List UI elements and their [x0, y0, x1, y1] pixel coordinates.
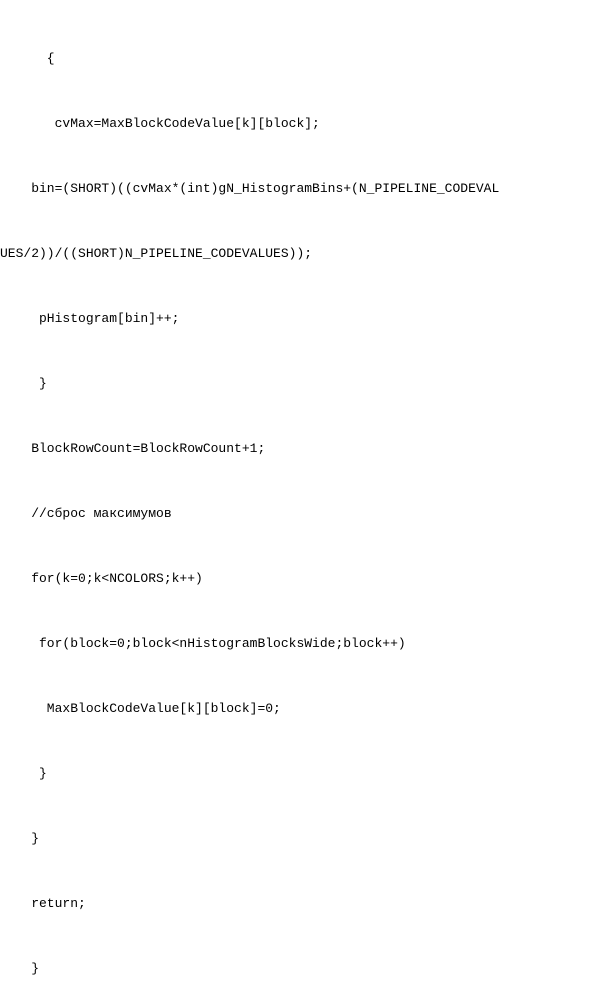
code-line: } [0, 823, 598, 856]
code-block: { cvMax=MaxBlockCodeValue[k][block]; bin… [0, 10, 598, 1000]
code-line: { [0, 43, 598, 76]
code-line: //сброс максимумов [0, 498, 598, 531]
code-line: for(k=0;k<NCOLORS;k++) [0, 563, 598, 596]
code-line: } [0, 368, 598, 401]
code-line: cvMax=MaxBlockCodeValue[k][block]; [0, 108, 598, 141]
code-line: BlockRowCount=BlockRowCount+1; [0, 433, 598, 466]
code-line: } [0, 758, 598, 791]
code-line: bin=(SHORT)((cvMax*(int)gN_HistogramBins… [0, 173, 598, 206]
code-line: } [0, 953, 598, 986]
code-line: MaxBlockCodeValue[k][block]=0; [0, 693, 598, 726]
code-line: pHistogram[bin]++; [0, 303, 598, 336]
code-line: return; [0, 888, 598, 921]
code-line: UES/2))/((SHORT)N_PIPELINE_CODEVALUES)); [0, 238, 598, 271]
code-line: for(block=0;block<nHistogramBlocksWide;b… [0, 628, 598, 661]
